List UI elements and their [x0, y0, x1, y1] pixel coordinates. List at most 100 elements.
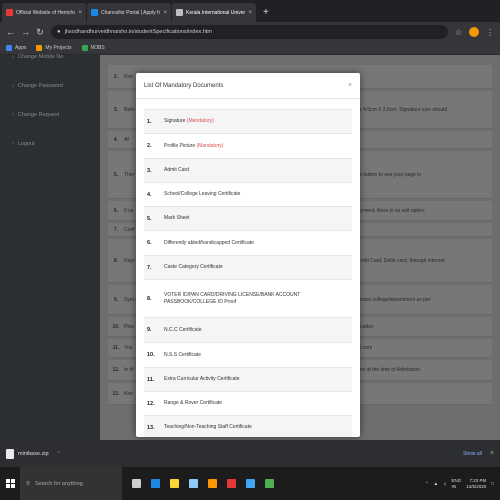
row-text-right: the respective college/department as per — [340, 296, 431, 303]
bookmark-star-icon[interactable]: ☆ — [455, 28, 462, 37]
sidebar-item-icon: › — [12, 140, 14, 147]
close-icon[interactable]: × — [163, 10, 167, 16]
vlc-icon[interactable] — [208, 479, 217, 488]
clock[interactable]: 7:23 PM 12/5/2020 — [466, 478, 486, 490]
document-number: 12. — [147, 400, 155, 407]
document-row: 10. N.S.S Certificate — [144, 342, 352, 367]
windows-icon — [5, 479, 15, 488]
favicon-icon — [6, 9, 13, 16]
sidebar-item[interactable]: › Change Request — [0, 100, 100, 129]
sidebar-item-label: Change Request — [17, 111, 60, 118]
system-tray: ⌃ ▲ ♫ ENG IN 7:23 PM 12/5/2020 □ — [425, 478, 500, 490]
close-icon[interactable]: × — [78, 10, 82, 16]
document-name: VOTER ID/PAN CARD/DRIVING LICENSE/BANK A… — [164, 291, 301, 305]
reload-icon[interactable]: ↻ — [36, 27, 44, 38]
document-number: 13. — [147, 424, 155, 431]
address-bar[interactable]: ● jhsodhandhurveidhnaisho.in/studentSpec… — [51, 25, 448, 39]
sidebar-item-icon: › — [12, 53, 14, 60]
row-number: 6. — [113, 207, 119, 214]
show-all-button[interactable]: Show all — [463, 451, 482, 457]
document-label: School/College Leaving Certificate — [160, 191, 352, 198]
back-icon[interactable]: ← — [6, 27, 15, 37]
chevron-up-icon[interactable]: ⌃ — [425, 481, 429, 487]
document-row: 9. N.C.C Certificate — [144, 317, 352, 342]
row-number: 7. — [113, 226, 119, 233]
notification-icon[interactable]: □ — [491, 481, 494, 486]
close-icon[interactable]: × — [248, 10, 252, 16]
browser-tab[interactable]: Chancellor Portal | Apply for M× — [87, 3, 171, 22]
language-indicator[interactable]: ENG IN — [451, 478, 461, 490]
document-row: 12. Range & Rover Certificate — [144, 391, 352, 415]
windows-taskbar: ⚲ Search for anything ⌃ ▲ ♫ ENG IN 7:23 … — [0, 467, 500, 500]
row-text-right: tion of payment, there is no exit option — [340, 207, 425, 214]
close-icon[interactable]: × — [348, 82, 352, 89]
document-label: Range & Rover Certificate — [160, 400, 352, 407]
document-name: N.C.C Certificate — [164, 326, 202, 333]
chrome-icon[interactable] — [265, 479, 274, 488]
row-text-right: should be 4.5cm X 3.5cm. Signature size … — [340, 106, 448, 113]
browser-toolbar: ← → ↻ ● jhsodhandhurveidhnaisho.in/stude… — [0, 22, 500, 42]
row-number: 3. — [113, 106, 119, 113]
volume-icon[interactable]: ♫ — [443, 481, 446, 486]
app-icon[interactable] — [227, 479, 236, 488]
search-placeholder: Search for anything — [35, 480, 83, 487]
browser-tab[interactable]: Kerala International University× — [172, 3, 256, 22]
store-icon[interactable] — [189, 479, 198, 488]
document-name: Profile Picture — [164, 142, 197, 149]
document-name: Range & Rover Certificate — [164, 400, 223, 406]
taskbar-search[interactable]: ⚲ Search for anything — [20, 467, 122, 500]
chevron-up-icon[interactable]: ⌃ — [57, 451, 61, 457]
document-row: 1. Signature (Mandatory) — [144, 109, 352, 133]
clock-date: 12/5/2020 — [466, 483, 487, 489]
vscode-icon[interactable] — [246, 479, 255, 488]
tab-title: Chancellor Portal | Apply for M — [101, 9, 161, 16]
sidebar-item[interactable]: › Change Mobile No — [0, 42, 100, 71]
document-number: 5. — [147, 215, 152, 222]
favicon-icon — [176, 9, 183, 16]
row-number: 2. — [113, 73, 119, 80]
row-number: 5. — [113, 171, 119, 178]
document-name: Differently abled/handicapped Certificat… — [164, 239, 254, 246]
document-label: Signature (Mandatory) — [160, 118, 352, 125]
download-item[interactable]: minibase.zip ⌃ — [6, 448, 61, 459]
tab-title: Kerala International University — [186, 9, 245, 16]
document-number: 1. — [147, 118, 152, 125]
document-label: Profile Picture (Mandatory) — [160, 143, 352, 150]
document-row: 5. Mark Sheet — [144, 206, 352, 230]
close-icon[interactable]: × — [490, 450, 494, 457]
plus-icon[interactable]: + — [257, 7, 275, 22]
task-view-icon[interactable] — [132, 479, 141, 488]
document-label: Admit Card — [160, 167, 352, 174]
profile-avatar[interactable] — [469, 27, 479, 37]
sidebar-item[interactable]: › Change Password — [0, 71, 100, 100]
forward-icon[interactable]: → — [21, 27, 30, 37]
document-label: Mark Sheet — [160, 215, 352, 222]
row-text-right: ernate Credit Card, Debit card, through … — [340, 257, 445, 264]
document-name: School/College Leaving Certificate — [164, 191, 241, 197]
zip-file-icon — [6, 448, 14, 459]
row-number: 8. — [113, 257, 119, 264]
sidebar-item[interactable]: › Logout — [0, 129, 100, 158]
document-number: 11. — [147, 376, 155, 383]
document-label: Caste Category Certificate — [160, 264, 352, 271]
explorer-icon[interactable] — [170, 479, 179, 488]
document-row: 6. Differently abled/handicapped Certific… — [144, 230, 352, 255]
document-number: 2. — [147, 143, 152, 149]
tab-title: Official Website of Hemchand Yadav Unive… — [16, 9, 76, 16]
document-name: Signature — [164, 118, 187, 124]
network-icon[interactable]: ▲ — [434, 481, 438, 486]
url-text: jhsodhandhurveidhnaisho.in/studentSpecif… — [64, 29, 212, 35]
document-number: 4. — [147, 191, 152, 198]
start-button[interactable] — [0, 467, 20, 500]
row-text-right: department at the time of Admission. — [340, 367, 422, 373]
browser-tab-strip: Official Website of Hemchand Yadav Unive… — [0, 0, 500, 22]
browser-tab[interactable]: Official Website of Hemchand Yadav Unive… — [2, 3, 86, 22]
documents-list: 1. Signature (Mandatory) 2. Profile Picture… — [144, 109, 352, 437]
sidebar-item-icon: › — [12, 82, 14, 89]
edge-icon[interactable] — [151, 479, 160, 488]
row-number: 12. — [112, 367, 120, 373]
menu-icon[interactable]: ⋮ — [486, 28, 494, 37]
row-number: 11. — [112, 345, 120, 351]
download-filename: minibase.zip — [18, 450, 49, 457]
row-number: 9. — [113, 296, 119, 303]
